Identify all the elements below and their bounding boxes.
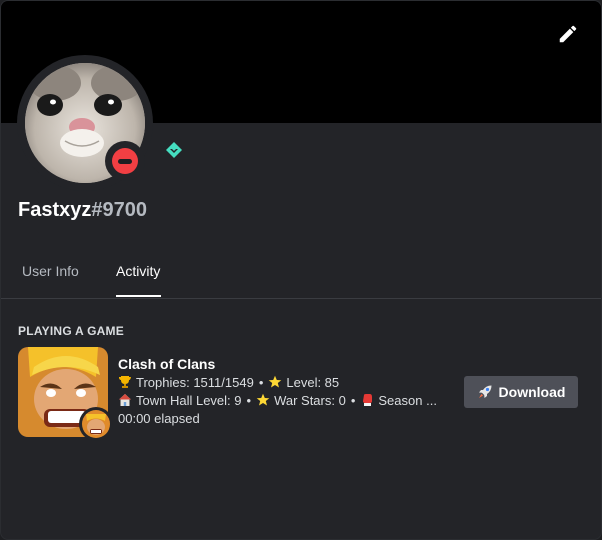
edit-profile-button[interactable] xyxy=(555,21,581,47)
user-profile-card: Fastxyz#9700 User Info Activity PLAYING … xyxy=(0,0,602,540)
season-text: Season ... xyxy=(378,393,437,408)
profile-tabs: User Info Activity xyxy=(1,253,601,299)
game-details: Clash of Clans Trophies: 1511/1549 • Leve… xyxy=(118,356,448,428)
download-label: Download xyxy=(498,384,566,400)
tabs-divider xyxy=(1,298,601,299)
game-small-icon xyxy=(79,407,113,441)
section-title: PLAYING A GAME xyxy=(18,324,125,338)
download-button[interactable]: Download xyxy=(464,376,578,408)
game-detail-line-1: Trophies: 1511/1549 • Level: 85 xyxy=(118,374,448,392)
status-indicator xyxy=(105,141,145,181)
hypesquad-balance-icon[interactable] xyxy=(165,141,183,159)
do-not-disturb-icon xyxy=(112,148,138,174)
tab-activity[interactable]: Activity xyxy=(116,263,160,279)
game-detail-line-2: Town Hall Level: 9 • War Stars: 0 • Season… xyxy=(118,392,448,410)
house-icon xyxy=(119,394,131,406)
boxing-glove-icon xyxy=(363,394,373,406)
war-stars-text: War Stars: 0 xyxy=(274,393,346,408)
pencil-icon xyxy=(559,25,577,43)
star-icon xyxy=(269,375,282,388)
username-discriminator: #9700 xyxy=(91,199,147,221)
town-hall-text: Town Hall Level: 9 xyxy=(136,393,242,408)
trophy-icon xyxy=(119,376,131,388)
star-icon xyxy=(256,393,270,406)
elapsed-time: 00:00 elapsed xyxy=(118,411,200,426)
active-tab-indicator xyxy=(116,295,161,297)
username-name: Fastxyz xyxy=(18,199,92,221)
trophies-text: Trophies: 1511/1549 xyxy=(136,375,254,390)
tab-user-info[interactable]: User Info xyxy=(22,263,79,279)
level-text: Level: 85 xyxy=(286,375,340,390)
rocket-icon xyxy=(478,385,492,398)
game-title: Clash of Clans xyxy=(118,356,216,372)
username: Fastxyz#9700 xyxy=(18,199,147,222)
